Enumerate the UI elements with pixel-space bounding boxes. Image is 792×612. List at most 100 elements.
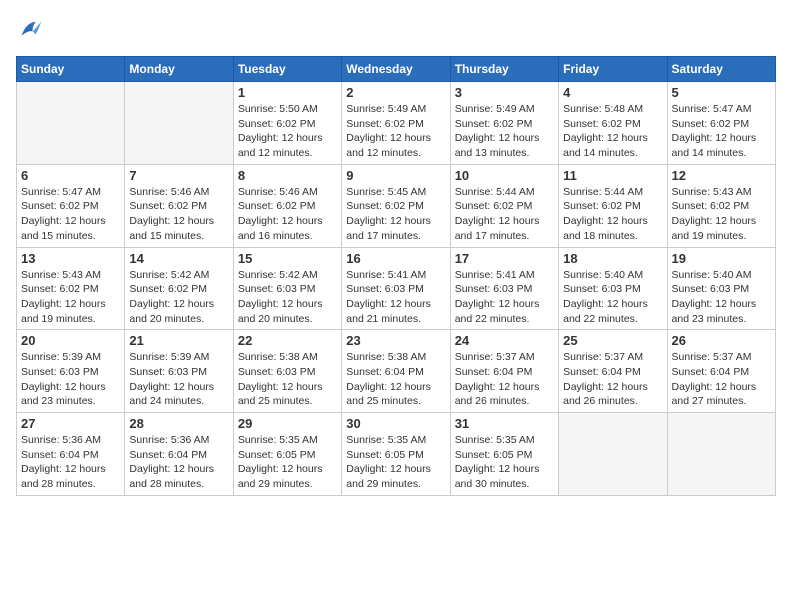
day-info: Sunrise: 5:45 AMSunset: 6:02 PMDaylight:…	[346, 185, 445, 244]
day-info: Sunrise: 5:46 AMSunset: 6:02 PMDaylight:…	[129, 185, 228, 244]
page-header	[16, 16, 776, 44]
day-number: 20	[21, 333, 120, 348]
day-info: Sunrise: 5:50 AMSunset: 6:02 PMDaylight:…	[238, 102, 337, 161]
calendar-cell: 9 Sunrise: 5:45 AMSunset: 6:02 PMDaylight…	[342, 164, 450, 247]
calendar-cell: 13 Sunrise: 5:43 AMSunset: 6:02 PMDayligh…	[17, 247, 125, 330]
day-number: 13	[21, 251, 120, 266]
day-number: 22	[238, 333, 337, 348]
calendar-week-row: 27 Sunrise: 5:36 AMSunset: 6:04 PMDayligh…	[17, 413, 776, 496]
day-number: 8	[238, 168, 337, 183]
day-number: 5	[672, 85, 771, 100]
day-info: Sunrise: 5:42 AMSunset: 6:02 PMDaylight:…	[129, 268, 228, 327]
day-info: Sunrise: 5:35 AMSunset: 6:05 PMDaylight:…	[455, 433, 554, 492]
day-info: Sunrise: 5:49 AMSunset: 6:02 PMDaylight:…	[346, 102, 445, 161]
calendar-cell: 16 Sunrise: 5:41 AMSunset: 6:03 PMDayligh…	[342, 247, 450, 330]
calendar-cell	[125, 82, 233, 165]
calendar-week-row: 13 Sunrise: 5:43 AMSunset: 6:02 PMDayligh…	[17, 247, 776, 330]
calendar-cell: 29 Sunrise: 5:35 AMSunset: 6:05 PMDayligh…	[233, 413, 341, 496]
day-info: Sunrise: 5:41 AMSunset: 6:03 PMDaylight:…	[346, 268, 445, 327]
day-number: 27	[21, 416, 120, 431]
calendar-cell	[559, 413, 667, 496]
calendar-cell: 23 Sunrise: 5:38 AMSunset: 6:04 PMDayligh…	[342, 330, 450, 413]
day-number: 1	[238, 85, 337, 100]
calendar-cell: 4 Sunrise: 5:48 AMSunset: 6:02 PMDaylight…	[559, 82, 667, 165]
day-number: 3	[455, 85, 554, 100]
calendar-cell: 5 Sunrise: 5:47 AMSunset: 6:02 PMDaylight…	[667, 82, 775, 165]
day-header-monday: Monday	[125, 57, 233, 82]
calendar-cell: 18Sunrise: 5:40 AMSunset: 6:03 PMDayligh…	[559, 247, 667, 330]
day-number: 24	[455, 333, 554, 348]
calendar-cell: 22 Sunrise: 5:38 AMSunset: 6:03 PMDayligh…	[233, 330, 341, 413]
calendar-cell: 21 Sunrise: 5:39 AMSunset: 6:03 PMDayligh…	[125, 330, 233, 413]
calendar-cell: 17Sunrise: 5:41 AMSunset: 6:03 PMDayligh…	[450, 247, 558, 330]
day-info: Sunrise: 5:42 AMSunset: 6:03 PMDaylight:…	[238, 268, 337, 327]
day-info: Sunrise: 5:44 AMSunset: 6:02 PMDaylight:…	[563, 185, 662, 244]
calendar-week-row: 6Sunrise: 5:47 AMSunset: 6:02 PMDaylight…	[17, 164, 776, 247]
calendar-week-row: 20 Sunrise: 5:39 AMSunset: 6:03 PMDayligh…	[17, 330, 776, 413]
calendar-cell: 7 Sunrise: 5:46 AMSunset: 6:02 PMDaylight…	[125, 164, 233, 247]
day-header-friday: Friday	[559, 57, 667, 82]
day-number: 31	[455, 416, 554, 431]
calendar-cell: 1 Sunrise: 5:50 AMSunset: 6:02 PMDaylight…	[233, 82, 341, 165]
day-info: Sunrise: 5:36 AMSunset: 6:04 PMDaylight:…	[129, 433, 228, 492]
day-number: 15	[238, 251, 337, 266]
day-info: Sunrise: 5:47 AMSunset: 6:02 PMDaylight:…	[21, 185, 120, 244]
calendar-cell: 14 Sunrise: 5:42 AMSunset: 6:02 PMDayligh…	[125, 247, 233, 330]
calendar-cell: 27 Sunrise: 5:36 AMSunset: 6:04 PMDayligh…	[17, 413, 125, 496]
day-number: 10	[455, 168, 554, 183]
calendar-cell	[17, 82, 125, 165]
day-number: 7	[129, 168, 228, 183]
day-info: Sunrise: 5:39 AMSunset: 6:03 PMDaylight:…	[129, 350, 228, 409]
calendar-cell: 30 Sunrise: 5:35 AMSunset: 6:05 PMDayligh…	[342, 413, 450, 496]
calendar-cell: 20Sunrise: 5:39 AMSunset: 6:03 PMDayligh…	[17, 330, 125, 413]
day-info: Sunrise: 5:36 AMSunset: 6:04 PMDaylight:…	[21, 433, 120, 492]
day-number: 2	[346, 85, 445, 100]
day-number: 9	[346, 168, 445, 183]
day-info: Sunrise: 5:37 AMSunset: 6:04 PMDaylight:…	[455, 350, 554, 409]
day-number: 29	[238, 416, 337, 431]
day-number: 23	[346, 333, 445, 348]
day-header-sunday: Sunday	[17, 57, 125, 82]
day-info: Sunrise: 5:35 AMSunset: 6:05 PMDaylight:…	[346, 433, 445, 492]
calendar-cell: 11Sunrise: 5:44 AMSunset: 6:02 PMDayligh…	[559, 164, 667, 247]
day-info: Sunrise: 5:43 AMSunset: 6:02 PMDaylight:…	[672, 185, 771, 244]
day-number: 21	[129, 333, 228, 348]
calendar-cell: 10Sunrise: 5:44 AMSunset: 6:02 PMDayligh…	[450, 164, 558, 247]
day-info: Sunrise: 5:48 AMSunset: 6:02 PMDaylight:…	[563, 102, 662, 161]
day-header-saturday: Saturday	[667, 57, 775, 82]
day-info: Sunrise: 5:40 AMSunset: 6:03 PMDaylight:…	[672, 268, 771, 327]
day-info: Sunrise: 5:37 AMSunset: 6:04 PMDaylight:…	[672, 350, 771, 409]
calendar-cell: 24 Sunrise: 5:37 AMSunset: 6:04 PMDayligh…	[450, 330, 558, 413]
day-number: 14	[129, 251, 228, 266]
day-number: 16	[346, 251, 445, 266]
day-info: Sunrise: 5:35 AMSunset: 6:05 PMDaylight:…	[238, 433, 337, 492]
logo	[16, 16, 48, 44]
day-info: Sunrise: 5:43 AMSunset: 6:02 PMDaylight:…	[21, 268, 120, 327]
day-number: 17	[455, 251, 554, 266]
day-number: 30	[346, 416, 445, 431]
calendar-cell	[667, 413, 775, 496]
day-number: 18	[563, 251, 662, 266]
day-number: 25	[563, 333, 662, 348]
day-number: 4	[563, 85, 662, 100]
logo-icon	[16, 16, 44, 44]
day-info: Sunrise: 5:38 AMSunset: 6:04 PMDaylight:…	[346, 350, 445, 409]
day-info: Sunrise: 5:46 AMSunset: 6:02 PMDaylight:…	[238, 185, 337, 244]
day-header-tuesday: Tuesday	[233, 57, 341, 82]
calendar-cell: 28Sunrise: 5:36 AMSunset: 6:04 PMDayligh…	[125, 413, 233, 496]
calendar-cell: 3Sunrise: 5:49 AMSunset: 6:02 PMDaylight…	[450, 82, 558, 165]
calendar-table: SundayMondayTuesdayWednesdayThursdayFrid…	[16, 56, 776, 496]
calendar-cell: 2 Sunrise: 5:49 AMSunset: 6:02 PMDaylight…	[342, 82, 450, 165]
day-number: 12	[672, 168, 771, 183]
day-info: Sunrise: 5:47 AMSunset: 6:02 PMDaylight:…	[672, 102, 771, 161]
calendar-cell: 31 Sunrise: 5:35 AMSunset: 6:05 PMDayligh…	[450, 413, 558, 496]
calendar-cell: 12 Sunrise: 5:43 AMSunset: 6:02 PMDayligh…	[667, 164, 775, 247]
calendar-cell: 15 Sunrise: 5:42 AMSunset: 6:03 PMDayligh…	[233, 247, 341, 330]
day-info: Sunrise: 5:37 AMSunset: 6:04 PMDaylight:…	[563, 350, 662, 409]
calendar-week-row: 1 Sunrise: 5:50 AMSunset: 6:02 PMDaylight…	[17, 82, 776, 165]
day-info: Sunrise: 5:38 AMSunset: 6:03 PMDaylight:…	[238, 350, 337, 409]
day-number: 19	[672, 251, 771, 266]
day-header-thursday: Thursday	[450, 57, 558, 82]
calendar-cell: 8 Sunrise: 5:46 AMSunset: 6:02 PMDaylight…	[233, 164, 341, 247]
calendar-cell: 6Sunrise: 5:47 AMSunset: 6:02 PMDaylight…	[17, 164, 125, 247]
